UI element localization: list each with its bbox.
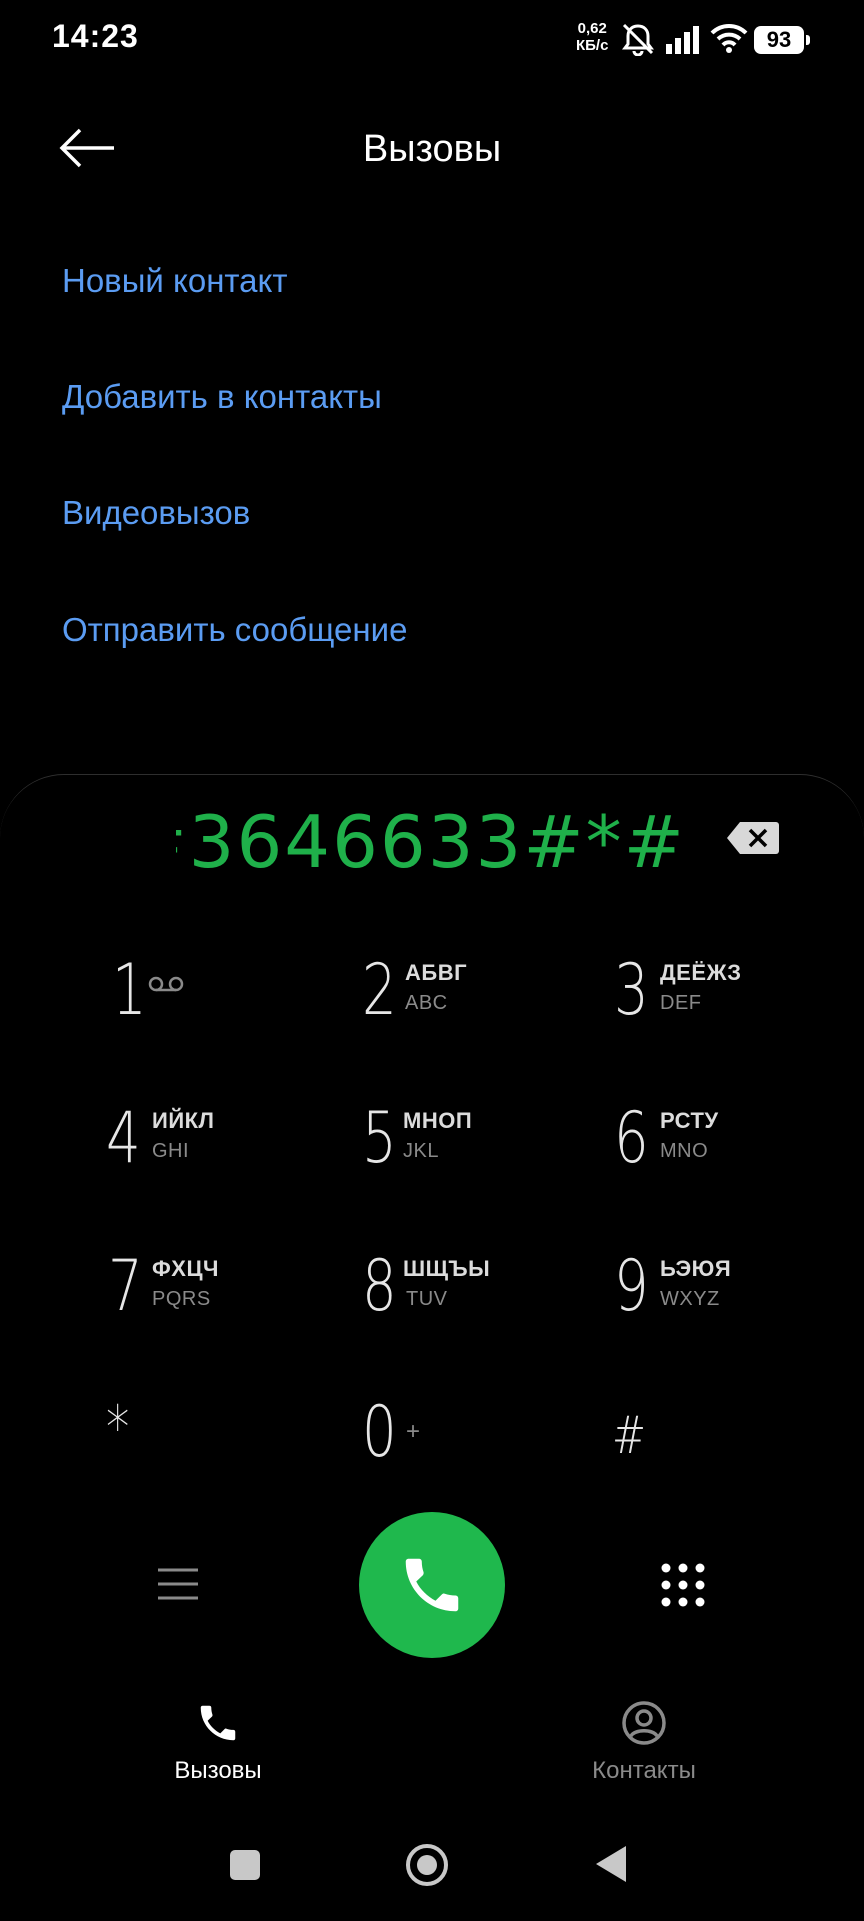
key-digit: 2 [362,949,397,1031]
key-6[interactable]: 6 РСТУ MNO [612,1098,852,1208]
dialpad-toggle-button[interactable] [660,1562,706,1608]
key-letters-latin: GHI [152,1140,190,1162]
key-8[interactable]: 8 ШЩЪЫ TUV [360,1246,600,1356]
voicemail-icon [148,976,184,992]
hamburger-icon [158,1568,198,1600]
net-speed-value: 0,62 [577,20,607,37]
menu-item-add-to-contacts[interactable]: Добавить в контакты [62,378,382,416]
tab-contacts-label: Контакты [592,1757,696,1784]
person-circle-icon [622,1701,666,1745]
net-speed: 0,62 КБ/с [576,20,608,54]
key-letters-cyrillic: ЬЭЮЯ [660,1256,732,1281]
key-letters-cyrillic: МНОП [403,1108,473,1133]
key-digit: # [612,1406,646,1466]
key-hash[interactable]: # [610,1392,850,1502]
key-letters-cyrillic: ФХЦЧ [152,1256,219,1281]
key-digit: 7 [108,1245,143,1327]
key-digit: 8 [362,1245,397,1327]
key-letters-cyrillic: ШЩЪЫ [403,1256,491,1281]
status-bar: 14:23 0,62 КБ/с 93 [0,0,864,80]
key-1[interactable]: 1 [108,950,348,1060]
square-icon [230,1850,260,1880]
call-button[interactable] [359,1512,505,1658]
key-letters-latin: ABC [405,992,448,1014]
dialpad-icon [661,1563,705,1607]
menu-item-video-call[interactable]: Видеовызов [62,494,250,532]
tab-calls-label: Вызовы [174,1757,262,1784]
key-digit: 9 [614,1245,649,1327]
tab-calls[interactable]: Вызовы [118,1700,318,1785]
net-speed-unit: КБ/с [576,37,609,54]
key-letters-latin: TUV [406,1288,448,1310]
key-digit: 1 [112,949,147,1031]
backspace-icon [727,822,779,854]
key-4[interactable]: 4 ИЙКЛ GHI [104,1098,344,1208]
status-time: 14:23 [52,18,139,54]
key-letters-latin: WXYZ [660,1288,720,1310]
bell-off-icon [622,23,654,56]
menu-button[interactable] [156,1566,200,1602]
key-2[interactable]: 2 АБВГ ABC [360,950,600,1060]
key-digit: 3 [614,949,649,1031]
key-0[interactable]: 0 + [360,1392,600,1502]
key-9[interactable]: 9 ЬЭЮЯ WXYZ [612,1246,852,1356]
recent-apps-button[interactable] [228,1848,262,1882]
home-button[interactable] [404,1842,450,1888]
dialed-number[interactable]: #*#3646633#*# [176,800,686,890]
page-title: Вызовы [362,128,502,170]
key-letters-latin: JKL [403,1140,439,1162]
system-back-button[interactable] [594,1844,628,1884]
key-letters-cyrillic: АБВГ [405,960,468,985]
menu-item-new-contact[interactable]: Новый контакт [62,262,287,300]
key-3[interactable]: 3 ДЕЁЖЗ DEF [612,950,852,1060]
backspace-button[interactable] [726,820,780,856]
key-letters-cyrillic: ИЙКЛ [152,1108,215,1133]
key-digit: 5 [362,1097,397,1179]
phone-icon [405,1558,459,1612]
wifi-icon [710,23,748,53]
key-5[interactable]: 5 МНОП JKL [360,1098,600,1208]
back-triangle-icon [596,1846,626,1882]
battery-icon: 93 [754,26,810,54]
dialed-number-text: #*#3646633#*# [176,800,686,884]
key-letters-latin: MNO [660,1140,709,1162]
phone-icon [200,1705,236,1741]
key-7[interactable]: 7 ФХЦЧ PQRS [106,1246,346,1356]
tab-contacts[interactable]: Контакты [544,1700,744,1785]
key-digit: 0 [362,1391,397,1473]
key-digit: 4 [106,1097,141,1179]
key-digit: 6 [614,1097,649,1179]
key-plus: + [406,1418,421,1445]
menu-item-send-message[interactable]: Отправить сообщение [62,611,407,649]
key-digit: * [106,1393,130,1463]
signal-icon [666,26,699,54]
key-star[interactable]: * [104,1392,344,1502]
key-letters-cyrillic: ДЕЁЖЗ [660,960,742,985]
home-circle-icon [406,1844,448,1886]
key-letters-cyrillic: РСТУ [660,1108,719,1133]
key-letters-latin: DEF [660,992,702,1014]
key-letters-latin: PQRS [152,1288,211,1310]
